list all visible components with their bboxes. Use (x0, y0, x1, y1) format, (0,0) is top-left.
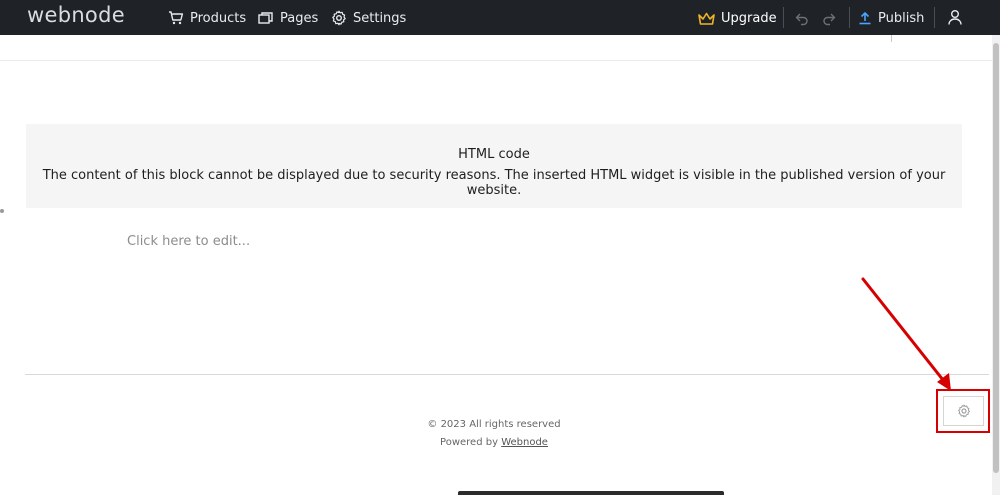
crown-icon (698, 12, 715, 25)
html-block-message: The content of this block cannot be disp… (42, 168, 946, 198)
webnode-link[interactable]: Webnode (501, 437, 548, 448)
cart-icon (169, 11, 184, 25)
text-edit-placeholder[interactable]: Click here to edit... (127, 234, 250, 249)
gear-icon (957, 404, 970, 418)
publish-button[interactable]: Publish (858, 9, 924, 27)
sub-header (0, 35, 992, 61)
html-block-title: HTML code (458, 147, 530, 162)
edge-handle (0, 209, 4, 213)
publish-label: Publish (878, 10, 925, 26)
divider (891, 35, 892, 42)
bottom-toolbar-edge (458, 491, 724, 495)
powered-by-label: Powered by (440, 437, 502, 448)
scrollbar-thumb[interactable] (993, 43, 999, 473)
undo-icon[interactable] (794, 10, 810, 26)
footer-copyright: © 2023 All rights reserved (427, 419, 561, 430)
pages-icon (258, 12, 273, 24)
annotation-arrow (861, 277, 951, 391)
footer-settings-button[interactable] (943, 396, 984, 426)
webnode-logo[interactable]: webnode (27, 3, 125, 27)
products-menu[interactable]: Products (168, 9, 246, 27)
settings-menu[interactable]: Settings (331, 9, 406, 27)
products-label: Products (190, 10, 247, 26)
scrollbar[interactable] (992, 35, 1000, 495)
user-icon[interactable] (946, 8, 964, 26)
footer-divider (25, 374, 989, 375)
divider (783, 7, 784, 28)
redo-icon[interactable] (821, 10, 837, 26)
upgrade-label: Upgrade (721, 10, 777, 26)
footer-powered-by: Powered by Webnode (0, 437, 988, 448)
divider (849, 7, 850, 28)
upload-icon (859, 12, 871, 25)
html-code-block[interactable]: HTML code The content of this block cann… (26, 124, 962, 208)
top-navigation-bar: webnode Products Pages Settings Upgrade (0, 0, 1000, 35)
pages-label: Pages (280, 10, 319, 26)
pages-menu[interactable]: Pages (258, 9, 318, 27)
gear-icon (332, 10, 346, 26)
upgrade-button[interactable]: Upgrade (698, 9, 777, 27)
divider (934, 7, 935, 28)
settings-label: Settings (353, 10, 407, 26)
